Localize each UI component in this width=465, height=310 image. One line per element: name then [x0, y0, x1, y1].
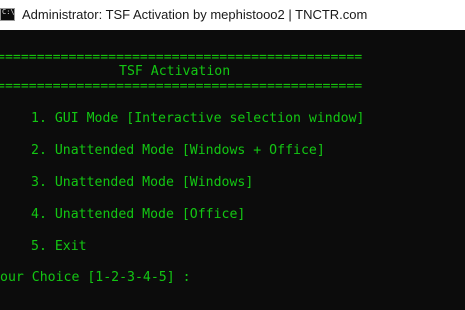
cmd-icon-glyph: C:\ — [2, 8, 15, 16]
menu-option-exit: 5. Exit — [31, 239, 87, 254]
menu-option-gui-mode: 1. GUI Mode [Interactive selection windo… — [31, 111, 365, 126]
choice-prompt[interactable]: our Choice [1-2-3-4-5] : — [0, 270, 191, 286]
menu-option-unattended-windows-office: 2. Unattended Mode [Windows + Office] — [31, 143, 325, 158]
menu-option-unattended-office: 4. Unattended Mode [Office] — [31, 207, 246, 222]
menu-heading: TSF Activation — [119, 64, 231, 79]
title-bar: C:\ Administrator: TSF Activation by mep… — [0, 0, 465, 30]
separator-bottom: ========================================… — [0, 79, 363, 94]
window-title: Administrator: TSF Activation by mephist… — [22, 7, 368, 22]
menu-option-unattended-windows: 3. Unattended Mode [Windows] — [31, 175, 254, 190]
console-output[interactable]: ========================================… — [0, 30, 465, 310]
cmd-icon: C:\ — [0, 8, 15, 21]
